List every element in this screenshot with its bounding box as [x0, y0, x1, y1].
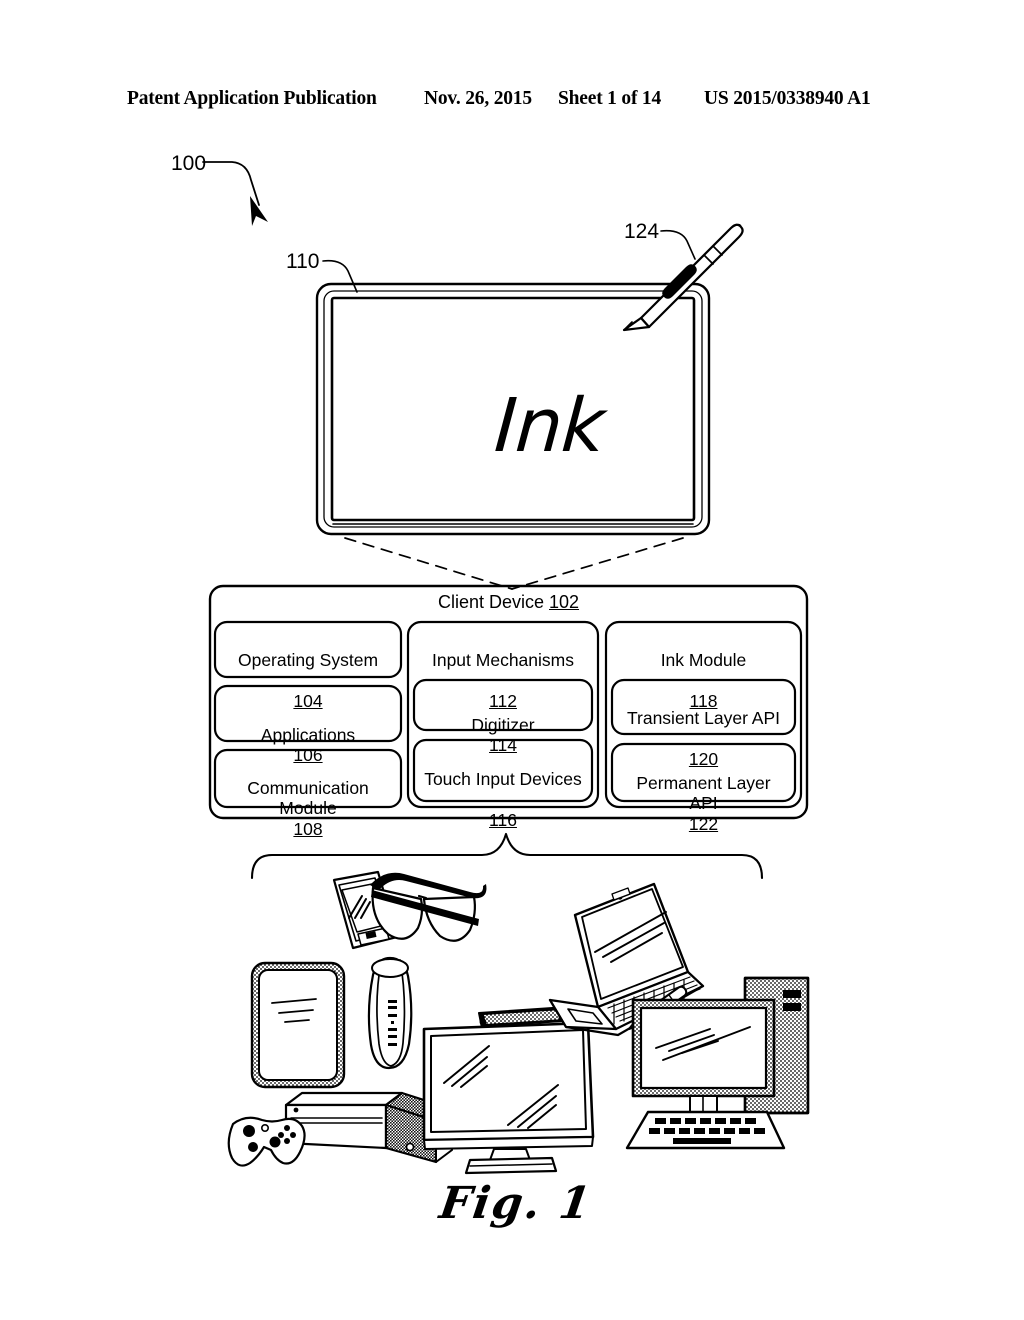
system-leader-arrow: [202, 161, 268, 226]
touch-label-ref: 116: [489, 809, 517, 830]
ref-100: 100: [171, 152, 207, 175]
digitizer-label-text: Digitizer: [471, 714, 535, 735]
communication-module-label: Communication Module 108: [215, 757, 401, 840]
display-leader: [322, 259, 358, 293]
digitizer-label: Digitizer 114: [414, 694, 592, 756]
comm-label-ref: 108: [293, 818, 323, 839]
permanent-layer-api-label: Permanent Layer API 122: [606, 752, 801, 835]
client-device-title: Client Device 102: [210, 592, 807, 613]
permanent-label-text: Permanent Layer API: [636, 772, 771, 814]
permanent-label-ref: 122: [688, 813, 719, 834]
os-label-text: Operating System: [237, 649, 379, 670]
stylus-leader: [660, 229, 696, 260]
desktop-keyboard: [625, 1110, 786, 1150]
ref-110: 110: [286, 250, 320, 273]
ref-124: 124: [624, 220, 660, 243]
devices-brace: [250, 832, 764, 880]
client-device-title-ref: 102: [549, 592, 580, 612]
transient-label-text: Transient Layer API: [626, 707, 781, 728]
expansion-connector-lines: [344, 537, 684, 590]
touch-input-devices-label: Touch Input Devices 116: [414, 748, 592, 831]
client-device-title-text: Client Device: [437, 592, 549, 612]
desktop-monitor: [631, 998, 776, 1113]
ink-handwriting: Ink: [491, 383, 607, 469]
smart-glasses-device: [370, 872, 487, 942]
applications-label-text: Applications: [260, 724, 356, 745]
input-mech-label-text: Input Mechanisms: [431, 649, 574, 670]
television-device: [422, 1006, 595, 1175]
tablet-device: [250, 961, 346, 1089]
game-controller-device: [227, 1116, 306, 1167]
comm-label-text: Communication Module: [247, 777, 369, 819]
figure-caption: Fig. 1: [436, 1178, 596, 1229]
touch-label-text: Touch Input Devices: [424, 768, 582, 789]
operating-system-label: Operating System 104: [215, 629, 401, 712]
ink-module-label-text: Ink Module: [660, 649, 747, 670]
fitness-band-device: [367, 956, 413, 1070]
